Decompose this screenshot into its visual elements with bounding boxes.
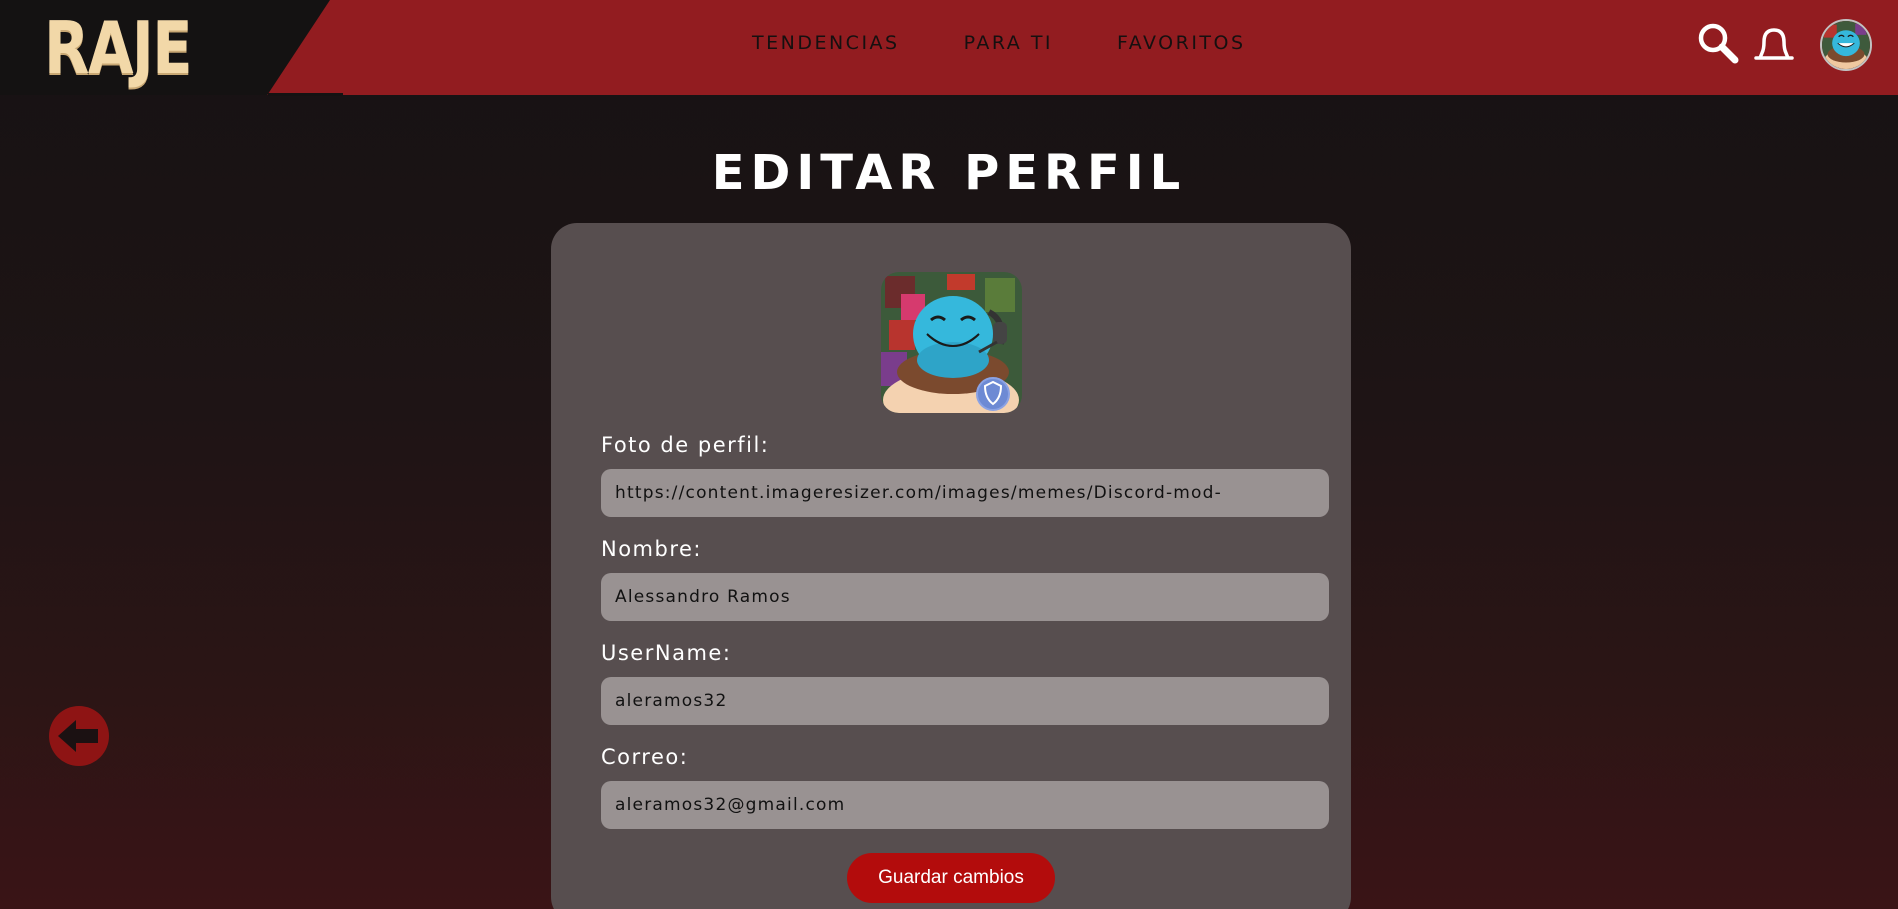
profile-photo-url-input[interactable]	[601, 469, 1329, 517]
email-label: Correo:	[601, 745, 689, 769]
name-input[interactable]	[601, 573, 1329, 621]
username-input[interactable]	[601, 677, 1329, 725]
nav-link-tendencias[interactable]: TENDENCIAS	[752, 32, 900, 54]
main-nav: TENDENCIAS PARA TI FAVORITOS	[752, 32, 1310, 54]
name-label: Nombre:	[601, 537, 703, 561]
brand-logo[interactable]: RAJE	[44, 4, 193, 92]
save-changes-button[interactable]: Guardar cambios	[847, 853, 1055, 903]
nav-link-favoritos[interactable]: FAVORITOS	[1117, 32, 1246, 54]
back-arrow-button[interactable]	[48, 705, 110, 767]
profile-photo-label: Foto de perfil:	[601, 433, 770, 457]
search-icon[interactable]	[1694, 20, 1742, 68]
nav-link-para-ti[interactable]: PARA TI	[964, 32, 1053, 54]
arrow-left-icon	[49, 706, 109, 766]
top-header: RAJE TENDENCIAS PARA TI FAVORITOS	[0, 0, 1898, 96]
edit-profile-card: Foto de perfil: Nombre: UserName: Correo…	[551, 223, 1351, 909]
notification-bell-icon[interactable]	[1750, 20, 1798, 68]
user-avatar[interactable]	[1820, 19, 1872, 71]
username-label: UserName:	[601, 641, 732, 665]
email-input[interactable]	[601, 781, 1329, 829]
logo-background-strip	[268, 93, 343, 96]
page-title: EDITAR PERFIL	[711, 145, 1187, 201]
profile-photo-preview	[881, 272, 1022, 413]
